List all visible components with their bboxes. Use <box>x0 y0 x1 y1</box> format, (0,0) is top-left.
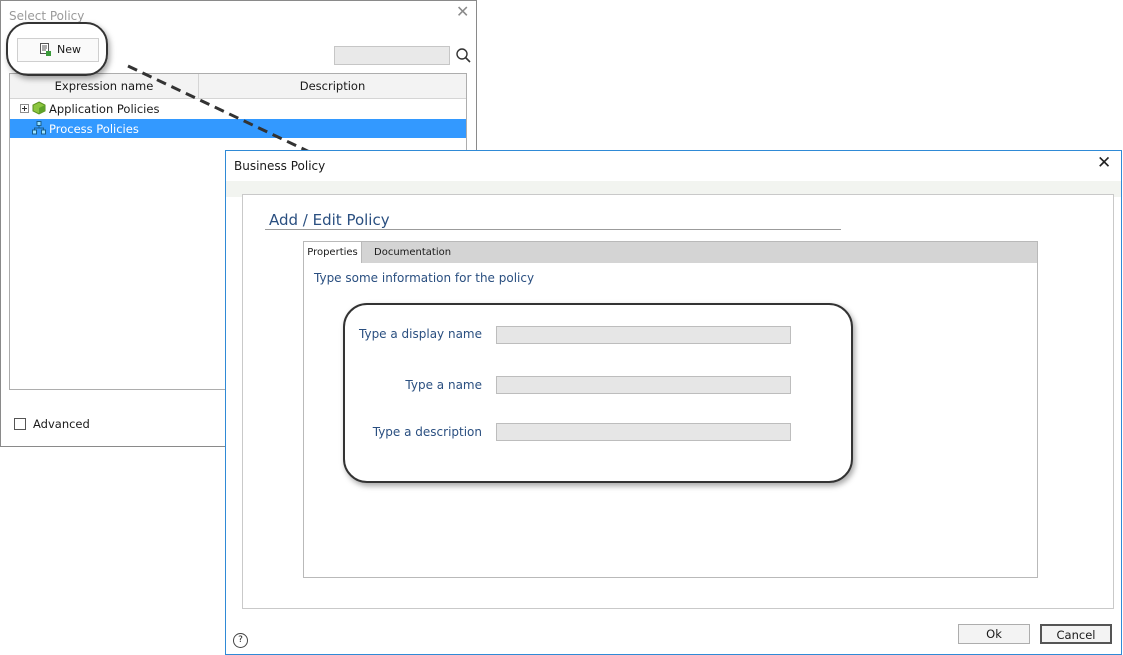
properties-hint: Type some information for the policy <box>314 271 535 285</box>
help-icon[interactable]: ? <box>233 633 248 648</box>
heading-divider <box>265 229 841 230</box>
close-icon[interactable]: ✕ <box>1097 155 1111 172</box>
ok-button[interactable]: Ok <box>958 624 1030 644</box>
dialog-title: Business Policy <box>234 159 326 173</box>
tab-properties[interactable]: Properties <box>304 242 362 263</box>
cancel-button[interactable]: Cancel <box>1040 624 1112 644</box>
tab-documentation[interactable]: Documentation <box>374 242 451 263</box>
fields-highlight <box>343 303 853 483</box>
panel-heading: Add / Edit Policy <box>269 211 390 229</box>
